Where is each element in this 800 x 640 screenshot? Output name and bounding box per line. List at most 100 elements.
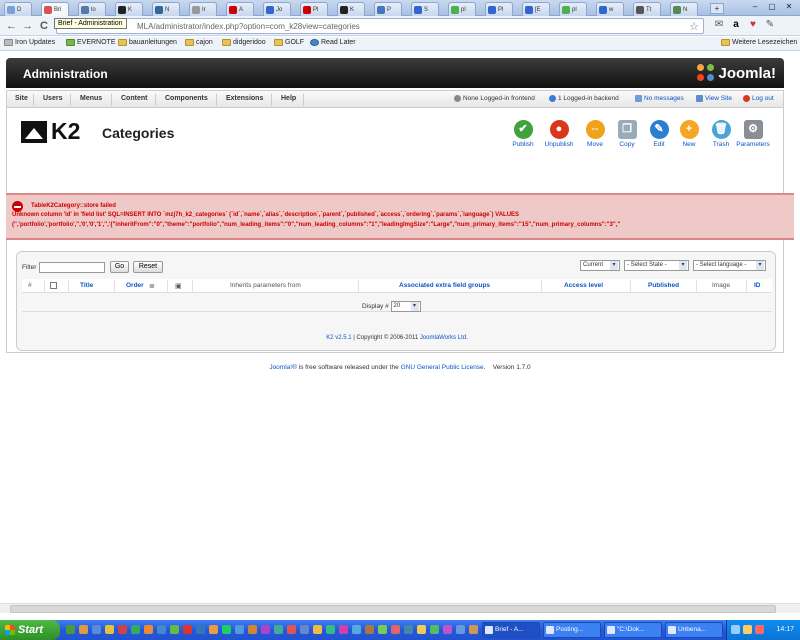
trash-button[interactable]: 🗑 Trash	[703, 120, 739, 148]
heart-extension-icon[interactable]: ♥	[747, 19, 759, 31]
tray-icon[interactable]	[755, 625, 764, 634]
quicklaunch-icon[interactable]	[235, 625, 244, 634]
quicklaunch-icon[interactable]	[222, 625, 231, 634]
quicklaunch-icon[interactable]	[469, 625, 478, 634]
wrench-icon[interactable]: ✎	[764, 19, 776, 31]
address-bar[interactable]: ☆	[56, 18, 704, 34]
browser-tab[interactable]: pl	[448, 2, 476, 16]
menu-extensions[interactable]: Extensions	[226, 95, 263, 102]
quicklaunch-icon[interactable]	[391, 625, 400, 634]
copy-button[interactable]: ❐ Copy	[609, 120, 645, 148]
minimize-button[interactable]: –	[748, 2, 762, 12]
quicklaunch-icon[interactable]	[196, 625, 205, 634]
gpl-link[interactable]: GNU General Public License	[401, 364, 484, 371]
quicklaunch-icon[interactable]	[404, 625, 413, 634]
taskbar-window-brief[interactable]: Brief - A...	[482, 622, 540, 638]
display-limit-select[interactable]: 20	[390, 301, 421, 312]
browser-tab[interactable]: P	[374, 2, 402, 16]
quicklaunch-icon[interactable]	[209, 625, 218, 634]
quicklaunch-icon[interactable]	[92, 625, 101, 634]
quicklaunch-icon[interactable]	[287, 625, 296, 634]
quicklaunch-icon[interactable]	[430, 625, 439, 634]
bookmark-item[interactable]: EVERNOTE	[66, 39, 116, 46]
col-title[interactable]: Title	[80, 282, 93, 289]
quicklaunch-icon[interactable]	[326, 625, 335, 634]
new-button[interactable]: + New	[671, 120, 707, 148]
messages-status[interactable]: No messages	[635, 95, 684, 102]
quicklaunch-icon[interactable]	[313, 625, 322, 634]
bookmark-folder[interactable]: didgeridoo	[222, 39, 266, 46]
menu-site[interactable]: Site	[15, 95, 28, 102]
browser-tab[interactable]: K	[115, 2, 143, 16]
browser-tab[interactable]: [E	[522, 2, 550, 16]
quicklaunch-icon[interactable]	[365, 625, 374, 634]
go-button[interactable]: Go	[110, 261, 129, 273]
taskbar-window-unbenannt[interactable]: Unbena...	[665, 622, 723, 638]
tray-icon[interactable]	[731, 625, 740, 634]
browser-tab[interactable]: K	[337, 2, 365, 16]
scrollbar-thumb[interactable]	[10, 605, 776, 613]
bookmark-folder[interactable]: cajon	[185, 39, 213, 46]
close-window-button[interactable]: ✕	[782, 2, 796, 12]
taskbar-window-explorer[interactable]: "C:\Dok...	[604, 622, 662, 638]
bookmark-star-icon[interactable]: ☆	[689, 20, 699, 33]
taskbar-window-posting[interactable]: Posting...	[543, 622, 601, 638]
select-all-checkbox[interactable]	[50, 282, 57, 289]
menu-content[interactable]: Content	[121, 95, 147, 102]
col-id[interactable]: ID	[754, 282, 761, 289]
quicklaunch-icon[interactable]	[274, 625, 283, 634]
browser-tab[interactable]: N	[670, 2, 698, 16]
menu-help[interactable]: Help	[281, 95, 296, 102]
joomla-link[interactable]: Joomla!®	[269, 364, 297, 371]
menu-users[interactable]: Users	[43, 95, 62, 102]
parameters-button[interactable]: ⚙ Parameters	[735, 120, 771, 148]
bookmark-item[interactable]: Read Later	[310, 39, 356, 46]
new-tab-button[interactable]: +	[710, 3, 724, 14]
move-button[interactable]: ⇔ Move	[577, 120, 613, 148]
browser-tab[interactable]: D	[4, 2, 32, 16]
browser-tab[interactable]: N	[152, 2, 180, 16]
quicklaunch-icon[interactable]	[105, 625, 114, 634]
unpublish-button[interactable]: ● Unpublish	[541, 120, 577, 148]
browser-tab[interactable]: Ir	[189, 2, 217, 16]
maximize-button[interactable]: ▢	[765, 2, 779, 12]
back-button[interactable]: ←	[6, 20, 17, 32]
bookmark-folder[interactable]: GOLF	[274, 39, 304, 46]
view-site-link[interactable]: View Site	[696, 95, 732, 102]
col-published[interactable]: Published	[648, 282, 679, 289]
browser-tab[interactable]: w	[596, 2, 624, 16]
current-select[interactable]: Current	[580, 260, 620, 271]
col-extra-field-groups[interactable]: Associated extra field groups	[399, 282, 490, 289]
state-select[interactable]: - Select State -	[624, 260, 689, 271]
col-order[interactable]: Order	[126, 282, 144, 289]
k2-version-link[interactable]: K2 v2.5.1	[326, 335, 351, 341]
quicklaunch-icon[interactable]	[66, 625, 75, 634]
browser-tab[interactable]: A	[226, 2, 254, 16]
browser-tab[interactable]: Pl	[300, 2, 328, 16]
filter-input[interactable]	[39, 262, 105, 273]
quicklaunch-icon[interactable]	[183, 625, 192, 634]
bookmark-item[interactable]: Iron Updates	[4, 39, 55, 46]
quicklaunch-icon[interactable]	[248, 625, 257, 634]
horizontal-scrollbar[interactable]	[0, 603, 800, 613]
quicklaunch-icon[interactable]	[170, 625, 179, 634]
quicklaunch-icon[interactable]	[144, 625, 153, 634]
forward-button[interactable]: →	[22, 20, 33, 32]
joomlaworks-link[interactable]: JoomlaWorks Ltd.	[420, 335, 468, 341]
quicklaunch-icon[interactable]	[79, 625, 88, 634]
browser-tab[interactable]: lo	[78, 2, 106, 16]
browser-tab[interactable]: Bri	[41, 2, 69, 17]
quicklaunch-icon[interactable]	[118, 625, 127, 634]
save-order-icon[interactable]: ▣	[175, 282, 182, 290]
reload-button[interactable]: C	[40, 20, 48, 32]
quicklaunch-icon[interactable]	[378, 625, 387, 634]
browser-tab[interactable]: Pl	[485, 2, 513, 16]
reset-button[interactable]: Reset	[133, 261, 163, 273]
quicklaunch-icon[interactable]	[456, 625, 465, 634]
address-input[interactable]	[137, 21, 677, 32]
language-select[interactable]: - Select language -	[693, 260, 766, 271]
menu-menus[interactable]: Menus	[80, 95, 102, 102]
browser-tab[interactable]: pl	[559, 2, 587, 16]
publish-button[interactable]: ✔ Publish	[505, 120, 541, 148]
menu-components[interactable]: Components	[165, 95, 208, 102]
